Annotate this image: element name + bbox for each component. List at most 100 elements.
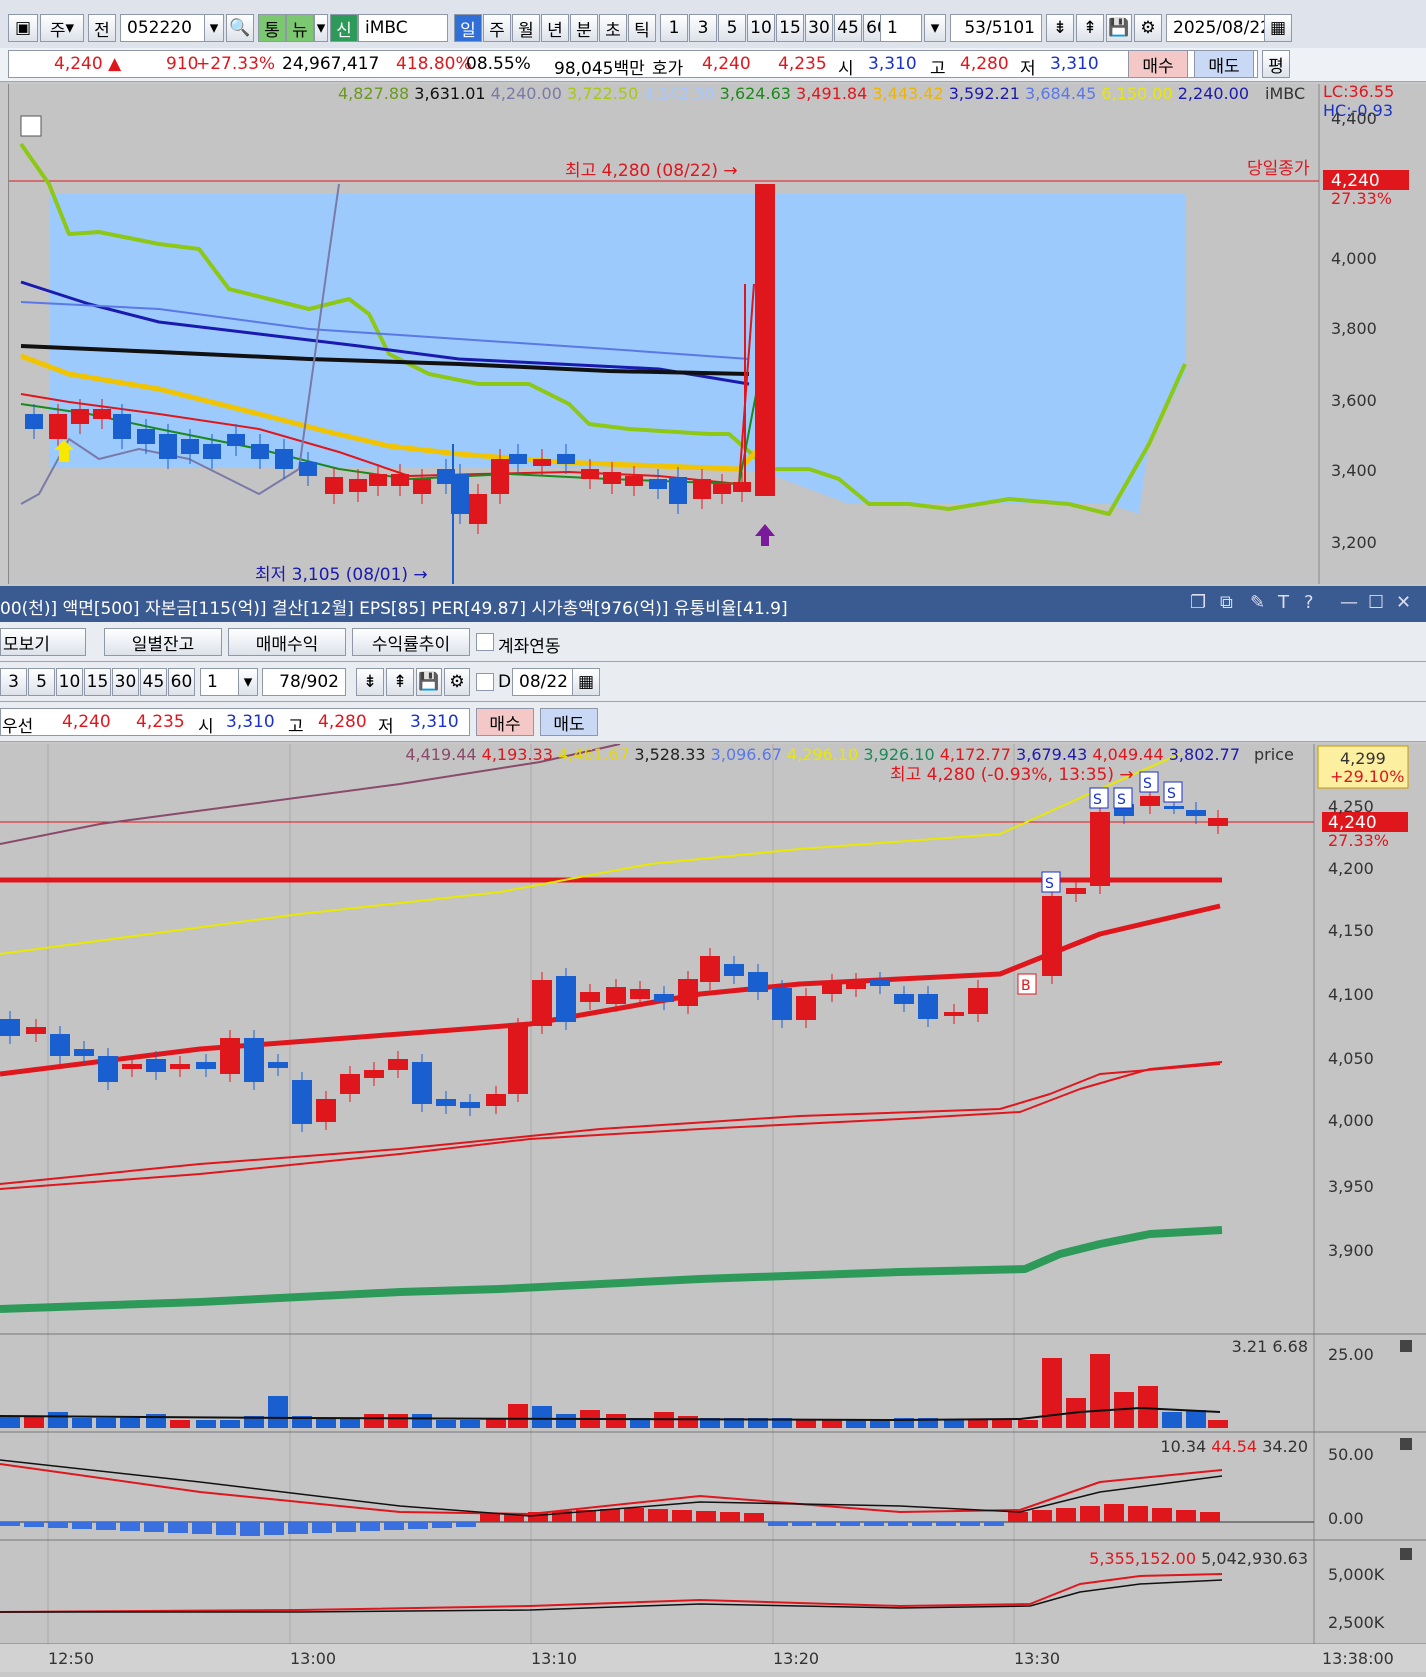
market-select[interactable]: 주 ▾ — [40, 14, 84, 42]
minute-legend: 4,419.44 4,193.33 4,461.67 3,528.33 3,09… — [405, 745, 1240, 764]
sell-button[interactable]: 매도 — [1194, 50, 1254, 78]
obv-ytick: 5,000K — [1328, 1565, 1385, 1584]
daily-chart-pane[interactable]: 4,827.88 3,631.01 4,240.00 3,722.50 4,14… — [8, 82, 1426, 585]
account-link-label: 계좌연동 — [498, 637, 561, 657]
mult-value[interactable]: 1 — [880, 14, 922, 42]
daily-balance-button[interactable]: 일별잔고 — [104, 628, 222, 656]
macd-legend-value: 34.20 — [1257, 1437, 1308, 1456]
minute-chart-pane[interactable]: S S S S S B 4,419.44 4,193.33 4,461.67 3,528.3… — [0, 743, 1426, 1672]
interval-tab-2[interactable]: 월 — [512, 14, 540, 42]
quote-pct: +27.33% — [196, 54, 276, 74]
minute-zoom-in-icon[interactable]: ⇟ — [356, 668, 384, 696]
return-trend-button[interactable]: 수익률추이 — [352, 628, 470, 656]
minute-multiplier-tab-0[interactable]: 3 — [0, 668, 27, 696]
obv-pane-close-icon — [1400, 1548, 1412, 1560]
save-icon[interactable]: 💾 — [1106, 14, 1132, 42]
minimize-icon[interactable]: — — [1340, 592, 1358, 613]
account-link-checkbox[interactable] — [476, 633, 494, 651]
view-button[interactable]: 모보기 — [0, 628, 86, 656]
multiplier-tab-5[interactable]: 30 — [805, 14, 833, 42]
minute-save-icon[interactable]: 💾 — [416, 668, 442, 696]
window-menu-icon[interactable]: ▣ — [8, 14, 38, 42]
daily-price-tag: 4,240 — [1331, 171, 1380, 191]
minute-mult-value[interactable]: 1 — [200, 668, 240, 696]
minute-multiplier-tab-4[interactable]: 30 — [112, 668, 139, 696]
zoom-in-icon[interactable]: ⇟ — [1046, 14, 1074, 42]
multiplier-tab-1[interactable]: 3 — [689, 14, 717, 42]
count-field[interactable]: 53/5101 — [950, 14, 1042, 42]
interval-tab-1[interactable]: 주 — [483, 14, 511, 42]
zoom-out-icon[interactable]: ⇞ — [1076, 14, 1104, 42]
volume-ytick: 25.00 — [1328, 1345, 1374, 1364]
minute-multiplier-tab-6[interactable]: 60 — [168, 668, 195, 696]
search-icon[interactable]: 🔍 — [226, 14, 254, 42]
window-restore-icon[interactable]: ❐ — [1190, 592, 1206, 613]
macd-hist-bar — [456, 1522, 476, 1527]
minute-high-note: 최고 4,280 (-0.93%, 13:35) → — [890, 765, 1134, 785]
interval-tab-0[interactable]: 일 — [454, 14, 482, 42]
minute-xtick: 12:50 — [48, 1649, 94, 1668]
minute-settings-gear-icon[interactable]: ⚙ — [444, 668, 470, 696]
multiplier-tab-3[interactable]: 10 — [747, 14, 775, 42]
minute-buy-button[interactable]: 매수 — [476, 708, 534, 736]
prev-button[interactable]: 전 — [88, 14, 116, 42]
daily-limit-up-candle — [755, 184, 775, 496]
minute-multiplier-tab-2[interactable]: 10 — [56, 668, 83, 696]
minute-multiplier-tab-1[interactable]: 5 — [28, 668, 55, 696]
buy-button[interactable]: 매수 — [1128, 50, 1188, 78]
minute-zoom-out-icon[interactable]: ⇞ — [386, 668, 414, 696]
quote-amount: 98,045백만 — [554, 59, 645, 79]
multiplier-tab-0[interactable]: 1 — [660, 14, 688, 42]
minute-multiplier-tab-3[interactable]: 15 — [84, 668, 111, 696]
macd-hist-bar — [984, 1522, 1004, 1526]
minute-quote-row: 우선 4,240 4,235 시 3,310 고 4,280 저 3,310 매… — [0, 702, 1426, 742]
text-icon[interactable]: T — [1278, 592, 1289, 613]
minute-legend-value: 3,926.10 — [858, 745, 934, 764]
daily-legend-value: 2,240.00 — [1173, 84, 1249, 103]
quote-bid: 4,235 — [778, 54, 827, 74]
window-cascade-icon[interactable]: ⧉ — [1220, 592, 1233, 613]
interval-tab-3[interactable]: 년 — [541, 14, 569, 42]
interval-tab-6[interactable]: 틱 — [628, 14, 656, 42]
news-dropdown-icon[interactable]: ▾ — [314, 14, 328, 42]
code-dropdown-icon[interactable]: ▾ — [204, 14, 224, 42]
date-field[interactable]: 2025/08/22 — [1166, 14, 1274, 42]
minute-d-checkbox[interactable] — [476, 673, 494, 691]
help-icon[interactable]: ? — [1304, 592, 1314, 613]
volume-bar — [1042, 1358, 1062, 1428]
obv-legend-value: 5,042,930.63 — [1196, 1549, 1308, 1568]
multiplier-tab-4[interactable]: 15 — [776, 14, 804, 42]
minute-date-field[interactable]: 08/22 — [512, 668, 574, 696]
avg-button[interactable]: 평 — [1262, 50, 1290, 78]
minute-calendar-icon[interactable]: ▦ — [572, 668, 600, 696]
quote-volume: 24,967,417 — [282, 54, 380, 74]
interval-tab-5[interactable]: 초 — [599, 14, 627, 42]
tab-tong[interactable]: 통 — [258, 14, 286, 42]
macd-hist-bar — [1008, 1512, 1028, 1522]
macd-hist-bar — [1032, 1510, 1052, 1522]
minute-mult-dropdown-icon[interactable]: ▾ — [238, 668, 258, 696]
daily-legend-name: iMBC — [1265, 84, 1305, 103]
close-icon[interactable]: ✕ — [1396, 592, 1411, 613]
settings-gear-icon[interactable]: ⚙ — [1134, 14, 1162, 42]
count-value: 53 — [964, 18, 986, 38]
minute-legend-value: 4,419.44 — [405, 745, 476, 764]
minute-count-field[interactable]: 78/902 — [262, 668, 346, 696]
macd-hist-bar — [288, 1522, 308, 1534]
multiplier-tab-6[interactable]: 45 — [834, 14, 862, 42]
maximize-icon[interactable]: ☐ — [1368, 592, 1384, 613]
multiplier-tab-2[interactable]: 5 — [718, 14, 746, 42]
minute-multiplier-tab-5[interactable]: 45 — [140, 668, 167, 696]
volume-bar — [316, 1418, 336, 1428]
macd-hist-bar — [840, 1522, 860, 1526]
tab-credit[interactable]: 신 — [330, 14, 358, 42]
minute-xtick: 13:10 — [531, 1649, 577, 1668]
minute-sell-button[interactable]: 매도 — [540, 708, 598, 736]
daily-legend-value: 4,142.30 — [638, 84, 714, 103]
mult-dropdown-icon[interactable]: ▾ — [924, 14, 946, 42]
tab-news[interactable]: 뉴 — [286, 14, 314, 42]
trade-profit-button[interactable]: 매매수익 — [228, 628, 346, 656]
calendar-icon[interactable]: ▦ — [1264, 14, 1292, 42]
pin-icon[interactable]: ✎ — [1250, 592, 1265, 613]
interval-tab-4[interactable]: 분 — [570, 14, 598, 42]
